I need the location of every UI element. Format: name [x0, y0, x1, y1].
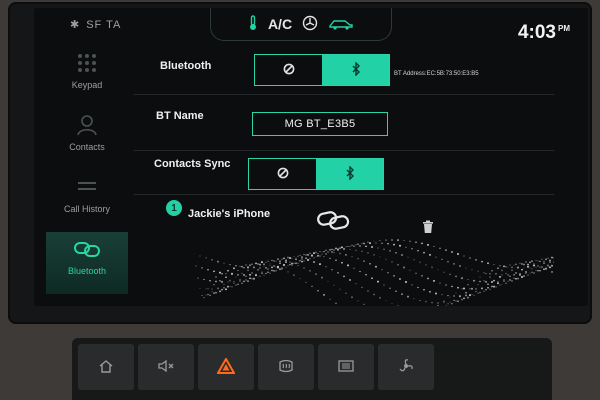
call-history-icon: [73, 176, 101, 200]
display-bezel: ✱ SF TA A/C 4:03 PM Keypad Contacts Call…: [8, 2, 592, 324]
volume-button[interactable]: [138, 344, 194, 390]
status-bar: ✱ SF TA A/C 4:03 PM: [34, 8, 588, 44]
bluetooth-toggle[interactable]: [254, 54, 390, 86]
connection-status: ✱ SF TA: [70, 18, 122, 32]
carrier-label: SF TA: [86, 18, 122, 31]
front-defrost-icon: [337, 359, 355, 376]
sidebar-item-label: Call History: [63, 204, 110, 214]
rear-defrost-button[interactable]: [258, 344, 314, 390]
sidebar-item-label: Bluetooth: [67, 266, 107, 276]
clock: 4:03 PM: [518, 22, 570, 44]
disable-icon: [277, 167, 289, 182]
recirculation-icon[interactable]: [328, 16, 354, 33]
bt-address: BT Address:EC:5B:73:50:E3:B5: [394, 71, 479, 77]
sidebar-item-bluetooth[interactable]: Bluetooth: [46, 232, 128, 294]
bluetooth-label: Bluetooth: [160, 60, 212, 72]
divider: [134, 94, 554, 95]
divider: [134, 150, 554, 151]
device-index-badge: 1: [166, 200, 182, 216]
contacts-sync-toggle[interactable]: [248, 158, 384, 190]
hazard-button[interactable]: [198, 344, 254, 390]
contacts-sync-label: Contacts Sync: [154, 158, 231, 170]
particle-wave-graphic: [194, 239, 554, 306]
disable-icon: [283, 63, 295, 78]
sidebar-item-label: Contacts: [69, 142, 105, 152]
hazard-icon: [216, 356, 236, 377]
keypad-icon: [73, 52, 101, 76]
clock-ampm: PM: [558, 23, 570, 33]
device-index: 1: [171, 202, 177, 214]
phone-sidebar: Keypad Contacts Call History Bluetooth: [46, 42, 128, 296]
bluetooth-icon: [351, 60, 361, 79]
home-button[interactable]: [78, 344, 134, 390]
rear-defrost-icon: [277, 359, 295, 376]
fan-icon: [398, 358, 414, 377]
bluetooth-status-icon: ✱: [70, 19, 81, 31]
bt-name-field[interactable]: MG BT_E3B5: [252, 112, 388, 136]
sidebar-item-contacts[interactable]: Contacts: [46, 108, 128, 168]
front-defrost-button[interactable]: [318, 344, 374, 390]
clock-time: 4:03: [517, 22, 556, 43]
home-icon: [98, 359, 114, 376]
bluetooth-link-icon: [73, 238, 101, 262]
physical-button-panel: [72, 338, 552, 400]
sidebar-item-call-history[interactable]: Call History: [46, 170, 128, 230]
contacts-sync-on-button[interactable]: [316, 159, 383, 189]
bluetooth-on-button[interactable]: [322, 55, 389, 85]
bt-name-label: BT Name: [156, 110, 204, 122]
bluetooth-icon: [345, 164, 355, 183]
climate-bar[interactable]: A/C: [210, 8, 392, 41]
bt-name-value: MG BT_E3B5: [284, 118, 356, 130]
volume-icon: [157, 359, 175, 376]
infotainment-screen: ✱ SF TA A/C 4:03 PM Keypad Contacts Call…: [34, 8, 588, 306]
contacts-sync-off-button[interactable]: [249, 159, 316, 189]
ac-label[interactable]: A/C: [268, 16, 292, 32]
bluetooth-off-button[interactable]: [255, 55, 322, 85]
contacts-icon: [73, 114, 101, 138]
divider: [134, 194, 554, 195]
thermometer-icon: [248, 14, 258, 34]
fan-mode-icon[interactable]: [302, 15, 318, 34]
fan-button[interactable]: [378, 344, 434, 390]
sidebar-item-label: Keypad: [71, 80, 103, 90]
sidebar-item-keypad[interactable]: Keypad: [46, 46, 128, 106]
